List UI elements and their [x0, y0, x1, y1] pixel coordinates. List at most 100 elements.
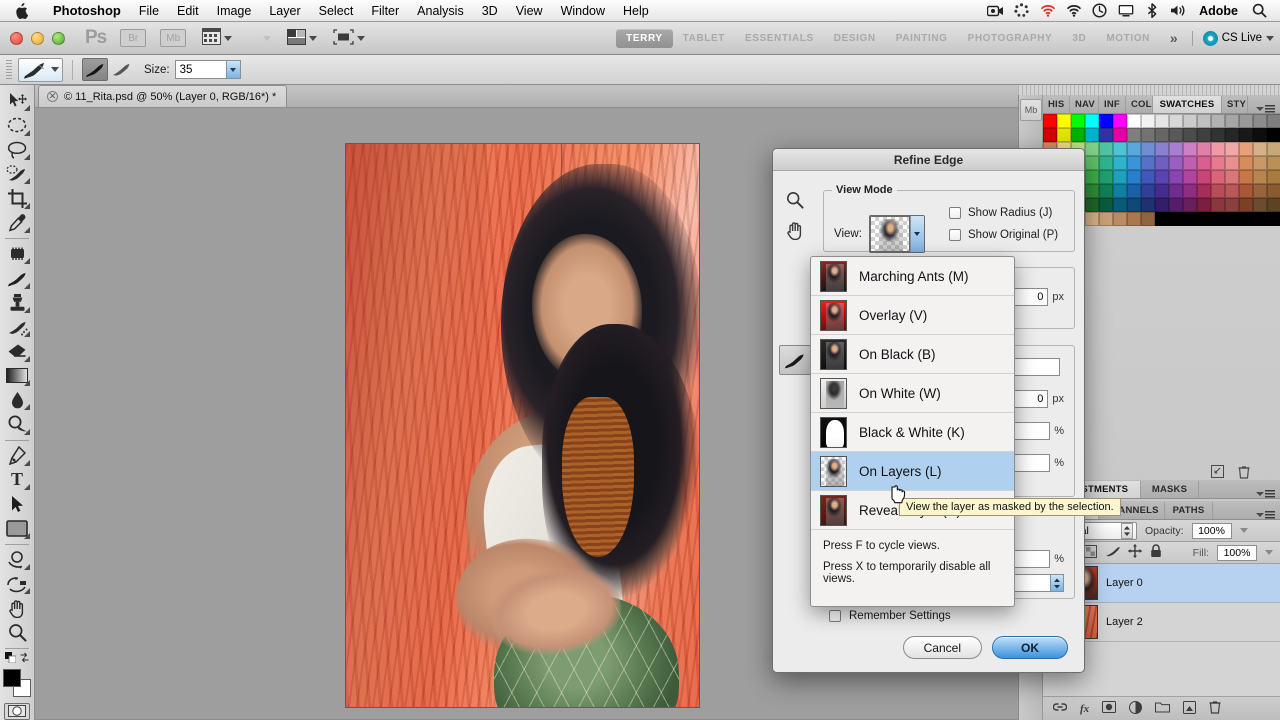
smooth-input[interactable]: [1012, 358, 1060, 376]
pen-tool[interactable]: [2, 443, 32, 467]
show-radius-checkbox[interactable]: [949, 207, 961, 219]
swatch-111[interactable]: [1169, 198, 1183, 212]
erase-refinements-mode-button[interactable]: [108, 58, 134, 81]
workspace-tab-painting[interactable]: PAINTING: [886, 29, 958, 48]
view-mode-option[interactable]: Overlay (V): [811, 296, 1014, 335]
view-mode-option[interactable]: On Black (B): [811, 335, 1014, 374]
swatch-49[interactable]: [1253, 142, 1267, 156]
swatch-96[interactable]: [1197, 184, 1211, 198]
swatch-16[interactable]: [1267, 114, 1280, 128]
swatch-6[interactable]: [1127, 114, 1141, 128]
swatch-25[interactable]: [1155, 128, 1169, 142]
cancel-button[interactable]: Cancel: [903, 636, 982, 659]
gradient-tool[interactable]: [2, 364, 32, 388]
swatch-30[interactable]: [1225, 128, 1239, 142]
screen-mode-button[interactable]: [333, 29, 365, 48]
menu-window[interactable]: Window: [552, 1, 614, 21]
swatch-55[interactable]: [1099, 156, 1113, 170]
document-image[interactable]: [345, 143, 700, 708]
show-original-checkbox[interactable]: [949, 229, 961, 241]
view-extras-button[interactable]: [202, 28, 232, 48]
spinner-icon[interactable]: [1013, 3, 1030, 19]
swatch-112[interactable]: [1183, 198, 1197, 212]
menu-image[interactable]: Image: [208, 1, 261, 21]
tab-styles[interactable]: STY: [1222, 96, 1248, 113]
menu-3d[interactable]: 3D: [473, 1, 507, 21]
lock-position-icon[interactable]: [1128, 544, 1142, 561]
workspace-tab-photography[interactable]: PHOTOGRAPHY: [958, 29, 1063, 48]
swatch-61[interactable]: [1183, 156, 1197, 170]
swatch-2[interactable]: [1071, 114, 1085, 128]
swatch-93[interactable]: [1155, 184, 1169, 198]
tab-paths[interactable]: PATHS: [1165, 502, 1213, 519]
marquee-tool[interactable]: [2, 113, 32, 137]
swatch-78[interactable]: [1183, 170, 1197, 184]
swatch-38[interactable]: [1099, 142, 1113, 156]
launch-mini-bridge-button[interactable]: Mb: [160, 29, 186, 47]
new-layer-icon[interactable]: [1183, 701, 1196, 717]
tab-info[interactable]: INF: [1099, 96, 1126, 113]
workspace-tab-terry[interactable]: TERRY: [616, 29, 673, 48]
menu-filter[interactable]: Filter: [362, 1, 408, 21]
swatch-99[interactable]: [1239, 184, 1253, 198]
swatch-20[interactable]: [1085, 128, 1099, 142]
swatch-11[interactable]: [1197, 114, 1211, 128]
swatch-79[interactable]: [1197, 170, 1211, 184]
group-icon[interactable]: [1155, 701, 1170, 716]
swatch-131[interactable]: [1211, 212, 1225, 226]
swatch-95[interactable]: [1183, 184, 1197, 198]
swatch-80[interactable]: [1211, 170, 1225, 184]
eraser-tool[interactable]: [2, 339, 32, 363]
swatch-74[interactable]: [1127, 170, 1141, 184]
swatch-129[interactable]: [1183, 212, 1197, 226]
zoom-tool[interactable]: [2, 621, 32, 645]
swatch-81[interactable]: [1225, 170, 1239, 184]
swatch-26[interactable]: [1169, 128, 1183, 142]
foreground-color-chip[interactable]: [3, 669, 21, 687]
swatch-28[interactable]: [1197, 128, 1211, 142]
swatch-58[interactable]: [1141, 156, 1155, 170]
spotlight-search-icon[interactable]: [1251, 3, 1268, 19]
swatch-66[interactable]: [1253, 156, 1267, 170]
zoom-level-menu[interactable]: [248, 32, 271, 44]
layers-panel-menu-button[interactable]: [1250, 511, 1280, 519]
swatch-65[interactable]: [1239, 156, 1253, 170]
3d-camera-rotate-tool[interactable]: [2, 572, 32, 596]
swatch-32[interactable]: [1253, 128, 1267, 142]
mini-bridge-rail-button[interactable]: Mb: [1020, 99, 1042, 121]
document-tab[interactable]: ✕ © 11_Rita.psd @ 50% (Layer 0, RGB/16*)…: [38, 85, 287, 107]
swatch-92[interactable]: [1141, 184, 1155, 198]
menu-analysis[interactable]: Analysis: [408, 1, 473, 21]
swatch-23[interactable]: [1127, 128, 1141, 142]
show-original-row[interactable]: Show Original (P): [949, 229, 1058, 241]
workspace-tab-3d[interactable]: 3D: [1062, 29, 1096, 48]
swatch-134[interactable]: [1253, 212, 1267, 226]
delete-icon[interactable]: [1209, 700, 1221, 717]
type-tool[interactable]: T: [2, 468, 32, 492]
lock-all-icon[interactable]: [1150, 544, 1162, 561]
swatch-37[interactable]: [1085, 142, 1099, 156]
swatch-101[interactable]: [1267, 184, 1280, 198]
tool-preset-picker[interactable]: [18, 58, 63, 82]
swatch-110[interactable]: [1155, 198, 1169, 212]
adjustments-panel-menu-button[interactable]: [1250, 490, 1280, 498]
output-to-stepper[interactable]: [1050, 574, 1064, 592]
swap-colors-icon[interactable]: [19, 652, 30, 663]
mask-icon[interactable]: [1102, 701, 1116, 716]
tab-color[interactable]: COL: [1126, 96, 1153, 113]
ok-button[interactable]: OK: [992, 636, 1068, 659]
swatch-73[interactable]: [1113, 170, 1127, 184]
dialog-hand-tool[interactable]: [779, 215, 811, 245]
swatch-7[interactable]: [1141, 114, 1155, 128]
swatch-44[interactable]: [1183, 142, 1197, 156]
brush-size-dropdown-button[interactable]: [226, 60, 241, 79]
swatch-24[interactable]: [1141, 128, 1155, 142]
swatch-64[interactable]: [1225, 156, 1239, 170]
remember-settings-checkbox[interactable]: [829, 610, 841, 622]
close-icon[interactable]: ✕: [47, 91, 58, 102]
swatch-33[interactable]: [1267, 128, 1280, 142]
brush-tool[interactable]: [2, 266, 32, 290]
airport-red-icon[interactable]: [1039, 3, 1056, 19]
swatch-75[interactable]: [1141, 170, 1155, 184]
swatch-19[interactable]: [1071, 128, 1085, 142]
